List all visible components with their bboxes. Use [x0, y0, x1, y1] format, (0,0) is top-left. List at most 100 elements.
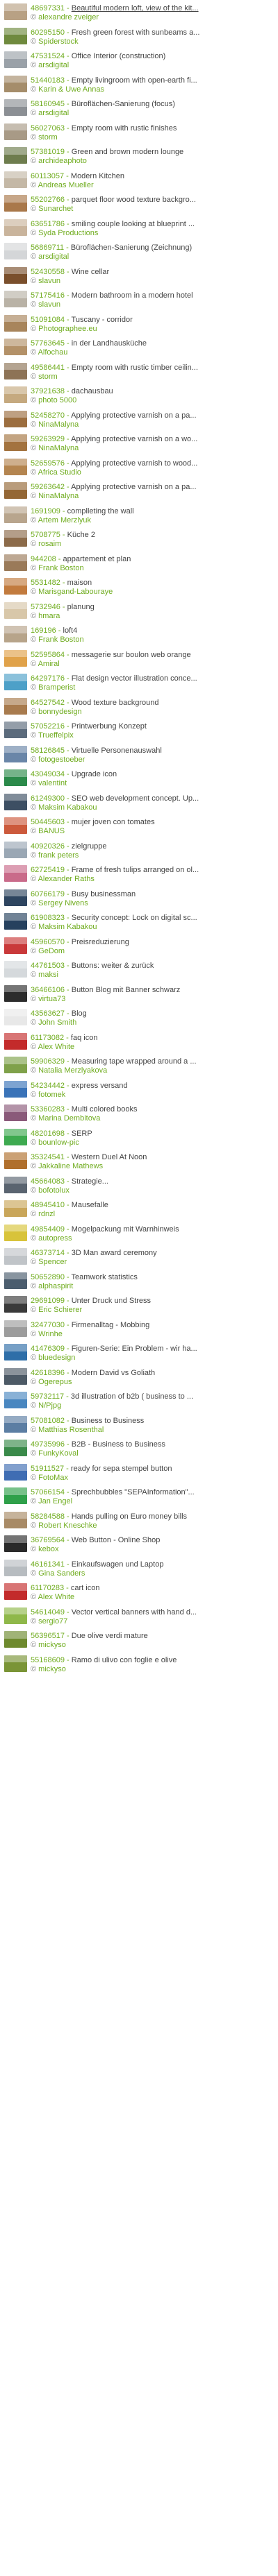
list-item[interactable]: 32477030 - Firmenalltag - Mobbing © Wrinh… — [0, 1317, 278, 1341]
thumbnail-image[interactable] — [4, 243, 27, 259]
item-title-link[interactable]: 43563627 - Blog — [31, 1009, 272, 1018]
thumbnail-image[interactable] — [4, 434, 27, 451]
list-item[interactable]: 52430558 - Wine cellar © slavun — [0, 264, 278, 288]
thumbnail-image[interactable] — [4, 339, 27, 355]
item-title-link[interactable]: 48697331 - Beautiful modern loft, view o… — [31, 4, 272, 12]
item-author-link[interactable]: © mickyso — [31, 1665, 272, 1673]
item-title-link[interactable]: 57763645 - in der Landhausküche — [31, 339, 272, 348]
thumbnail-image[interactable] — [4, 889, 27, 906]
item-author-link[interactable]: © John Smith — [31, 1018, 272, 1027]
list-item[interactable]: 59732117 - 3d illustration of b2b ( busi… — [0, 1388, 278, 1413]
item-author-link[interactable]: © maksi — [31, 971, 272, 979]
thumbnail-image[interactable] — [4, 1032, 27, 1050]
item-author-link[interactable]: © Bramperist — [31, 683, 272, 692]
item-author-link[interactable]: © archideaphoto — [31, 157, 272, 165]
item-title-link[interactable]: 52430558 - Wine cellar — [31, 268, 272, 276]
thumbnail-image[interactable] — [4, 291, 27, 307]
thumbnail-image[interactable] — [4, 530, 27, 547]
thumbnail-image[interactable] — [4, 769, 27, 786]
list-item[interactable]: 59263642 - Applying protective varnish o… — [0, 479, 278, 503]
list-item[interactable]: 60295150 - Fresh green forest with sunbe… — [0, 24, 278, 49]
item-title-link[interactable]: 57175416 - Modern bathroom in a modern h… — [31, 291, 272, 300]
thumbnail-image[interactable] — [4, 841, 27, 858]
list-item[interactable]: 52595864 - messagerie sur boulon web ora… — [0, 647, 278, 671]
item-title-link[interactable]: 48201698 - SERP — [31, 1129, 272, 1138]
item-title-link[interactable]: 49735996 - B2B - Business to Business — [31, 1440, 272, 1449]
thumbnail-image[interactable] — [4, 1392, 27, 1408]
item-author-link[interactable]: © Alex White — [31, 1043, 272, 1051]
list-item[interactable]: 56396517 - Due olive verdi mature © micky… — [0, 1628, 278, 1652]
item-title-link[interactable]: 62725419 - Frame of fresh tulips arrange… — [31, 866, 272, 874]
list-item[interactable]: 36769564 - Web Button - Online Shop © keb… — [0, 1532, 278, 1556]
thumbnail-image[interactable] — [4, 937, 27, 954]
list-item[interactable]: 57763645 - in der Landhausküche © Alfocha… — [0, 335, 278, 359]
list-item[interactable]: 54614049 - Vector vertical banners with … — [0, 1604, 278, 1628]
thumbnail-image[interactable] — [4, 865, 27, 882]
item-author-link[interactable]: © NinaMalyna — [31, 492, 272, 500]
item-title-link[interactable]: 56396517 - Due olive verdi mature — [31, 1632, 272, 1640]
item-author-link[interactable]: © valentint — [31, 779, 272, 787]
item-title-link[interactable]: 54614049 - Vector vertical banners with … — [31, 1608, 272, 1617]
item-title-link[interactable]: 41476309 - Figuren-Serie: Ein Problem - … — [31, 1345, 272, 1353]
list-item[interactable]: 56869711 - Büroflächen-Sanierung (Zeichn… — [0, 239, 278, 264]
list-item[interactable]: 59906329 - Measuring tape wrapped around… — [0, 1053, 278, 1077]
item-author-link[interactable]: © Natalia Merzlyakova — [31, 1066, 272, 1075]
thumbnail-image[interactable] — [4, 697, 27, 715]
item-title-link[interactable]: 61908323 - Security concept: Lock on dig… — [31, 914, 272, 922]
thumbnail-image[interactable] — [4, 1511, 27, 1528]
item-author-link[interactable]: © Africa Studio — [31, 468, 272, 477]
thumbnail-image[interactable] — [4, 1559, 27, 1576]
thumbnail-image[interactable] — [4, 649, 27, 667]
list-item[interactable]: 49735996 - B2B - Business to Business © F… — [0, 1436, 278, 1460]
item-author-link[interactable]: © arsdigital — [31, 253, 272, 261]
thumbnail-image[interactable] — [4, 171, 27, 188]
item-title-link[interactable]: 5708775 - Küche 2 — [31, 531, 272, 539]
item-author-link[interactable]: © Gina Sanders — [31, 1569, 272, 1578]
item-author-link[interactable]: © Wrinhe — [31, 1330, 272, 1338]
item-author-link[interactable]: © Robert Kneschke — [31, 1521, 272, 1530]
item-author-link[interactable]: © Sergey Nivens — [31, 899, 272, 907]
thumbnail-image[interactable] — [4, 1009, 27, 1025]
item-title-link[interactable]: 1691909 - complleting the wall — [31, 507, 272, 515]
thumbnail-image[interactable] — [4, 961, 27, 978]
list-item[interactable]: 40920326 - zielgruppe © frank peters — [0, 838, 278, 862]
thumbnail-image[interactable] — [4, 362, 27, 379]
list-item[interactable]: 46161341 - Einkaufswagen und Laptop © Gin… — [0, 1556, 278, 1580]
item-author-link[interactable]: © FotoMax — [31, 1474, 272, 1482]
item-title-link[interactable]: 52595864 - messagerie sur boulon web ora… — [31, 651, 272, 659]
item-author-link[interactable]: © Frank Boston — [31, 636, 272, 644]
item-author-link[interactable]: © autopress — [31, 1234, 272, 1243]
thumbnail-image[interactable] — [4, 1631, 27, 1648]
list-item[interactable]: 44761503 - Buttons: weiter & zurück © mak… — [0, 957, 278, 982]
item-title-link[interactable]: 59732117 - 3d illustration of b2b ( busi… — [31, 1392, 272, 1401]
thumbnail-image[interactable] — [4, 1296, 27, 1313]
item-author-link[interactable]: © NinaMalyna — [31, 420, 272, 429]
list-item[interactable]: 60766179 - Busy businessman © Sergey Nive… — [0, 886, 278, 910]
item-title-link[interactable]: 40920326 - zielgruppe — [31, 842, 272, 851]
item-title-link[interactable]: 169196 - loft4 — [31, 626, 272, 635]
item-title-link[interactable]: 49586441 - Empty room with rustic timber… — [31, 364, 272, 372]
item-title-link[interactable]: 29691099 - Unter Druck und Stress — [31, 1297, 272, 1305]
list-item[interactable]: 43563627 - Blog © John Smith — [0, 1005, 278, 1030]
list-item[interactable]: 57066154 - Sprechbubbles "SEPAInformatio… — [0, 1484, 278, 1508]
list-item[interactable]: 36466106 - Button Blog mit Banner schwar… — [0, 982, 278, 1006]
item-title-link[interactable]: 64297176 - Flat design vector illustrati… — [31, 674, 272, 683]
list-item[interactable]: 58160945 - Büroflächen-Sanierung (focus)… — [0, 96, 278, 120]
list-item[interactable]: 169196 - loft4 © Frank Boston — [0, 622, 278, 647]
item-title-link[interactable]: 944208 - appartement et plan — [31, 555, 272, 563]
thumbnail-image[interactable] — [4, 1607, 27, 1624]
item-author-link[interactable]: © fotogestoeber — [31, 756, 272, 764]
thumbnail-image[interactable] — [4, 458, 27, 475]
item-author-link[interactable]: © Eric Schierer — [31, 1306, 272, 1314]
item-title-link[interactable]: 55168609 - Ramo di ulivo con foglie e ol… — [31, 1656, 272, 1664]
item-author-link[interactable]: © frank peters — [31, 851, 272, 860]
list-item[interactable]: 55202766 - parquet floor wood texture ba… — [0, 191, 278, 216]
list-item[interactable]: 42618396 - Modern David vs Goliath © Oger… — [0, 1365, 278, 1389]
item-title-link[interactable]: 44761503 - Buttons: weiter & zurück — [31, 962, 272, 970]
thumbnail-image[interactable] — [4, 674, 27, 690]
item-author-link[interactable]: © Alex White — [31, 1593, 272, 1601]
item-title-link[interactable]: 53360283 - Multi colored books — [31, 1105, 272, 1114]
item-title-link[interactable]: 59906329 - Measuring tape wrapped around… — [31, 1057, 272, 1066]
item-author-link[interactable]: © arsdigital — [31, 109, 272, 117]
item-author-link[interactable]: © kebox — [31, 1545, 272, 1553]
